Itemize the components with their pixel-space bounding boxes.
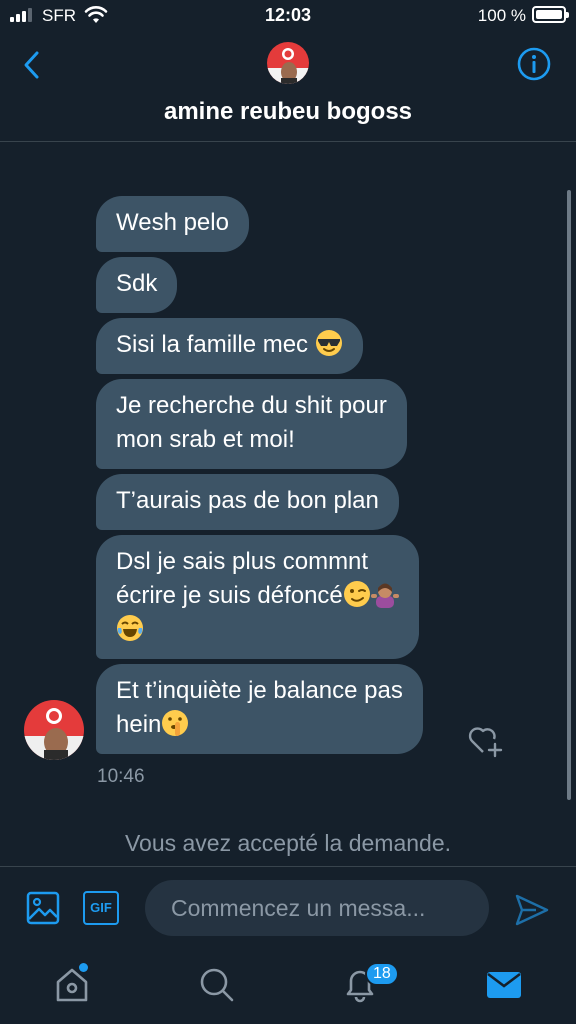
- message-bubble[interactable]: Je recherche du shit pour mon srab et mo…: [96, 379, 407, 469]
- heart-plus-icon[interactable]: [466, 722, 504, 758]
- message-bubble[interactable]: Wesh pelo: [96, 196, 249, 252]
- chevron-left-icon[interactable]: [18, 48, 48, 82]
- message-text: Je recherche du shit pour mon srab et mo…: [116, 392, 387, 453]
- contact-name[interactable]: amine reubeu bogoss: [0, 98, 576, 126]
- battery-percentage: 100 %: [477, 6, 526, 25]
- wink-emoji-icon: [343, 581, 370, 607]
- request-accepted-note: Vous avez accepté la demande.: [124, 830, 452, 856]
- message-text: T’aurais pas de bon plan: [116, 487, 379, 514]
- search-icon[interactable]: [196, 964, 236, 1004]
- message-bubble[interactable]: Sdk: [96, 257, 178, 313]
- message-text: Sdk: [116, 270, 158, 297]
- message-text: Sisi la famille mec: [116, 331, 315, 358]
- message-bubble[interactable]: Dsl je sais plus commnt écrire je suis d…: [96, 535, 419, 659]
- tab-bar: [0, 946, 576, 1024]
- shushing-emoji-icon: [162, 710, 189, 736]
- conversation-header: amine reubeu bogoss: [0, 32, 576, 142]
- message-bubble[interactable]: Et t’inquiète je balance pas hein: [96, 664, 423, 754]
- message-text: Dsl je sais plus commnt écrire je suis d…: [116, 548, 369, 609]
- gif-button[interactable]: GIF: [83, 891, 119, 925]
- shrug-emoji-icon: [370, 583, 399, 608]
- message-text: Wesh pelo: [116, 209, 229, 236]
- sunglasses-emoji-icon: [315, 330, 342, 356]
- message-text: Et t’inquiète je balance pas hein: [116, 677, 403, 738]
- joy-emoji-icon: [117, 615, 143, 641]
- message-timestamp: 10:46: [97, 766, 145, 787]
- avatar[interactable]: [267, 42, 309, 84]
- mail-icon[interactable]: [484, 964, 524, 1004]
- message-bubble[interactable]: Sisi la famille mec: [96, 318, 363, 374]
- battery-icon: [532, 6, 569, 23]
- message-composer: GIF: [0, 866, 576, 946]
- message-bubble[interactable]: T’aurais pas de bon plan: [96, 474, 399, 530]
- message-input[interactable]: [145, 880, 489, 936]
- new-content-dot: [79, 963, 88, 972]
- image-icon[interactable]: [26, 891, 60, 925]
- info-icon[interactable]: [516, 46, 552, 82]
- sender-avatar[interactable]: [24, 700, 84, 760]
- message-list: Wesh pelo Sdk Sisi la famille mec Je rec…: [96, 196, 476, 759]
- notifications-badge: 18: [365, 962, 399, 986]
- scrollbar[interactable]: [567, 190, 571, 800]
- status-bar: SFR 12:03 100 %: [0, 0, 576, 32]
- send-icon[interactable]: [514, 893, 550, 927]
